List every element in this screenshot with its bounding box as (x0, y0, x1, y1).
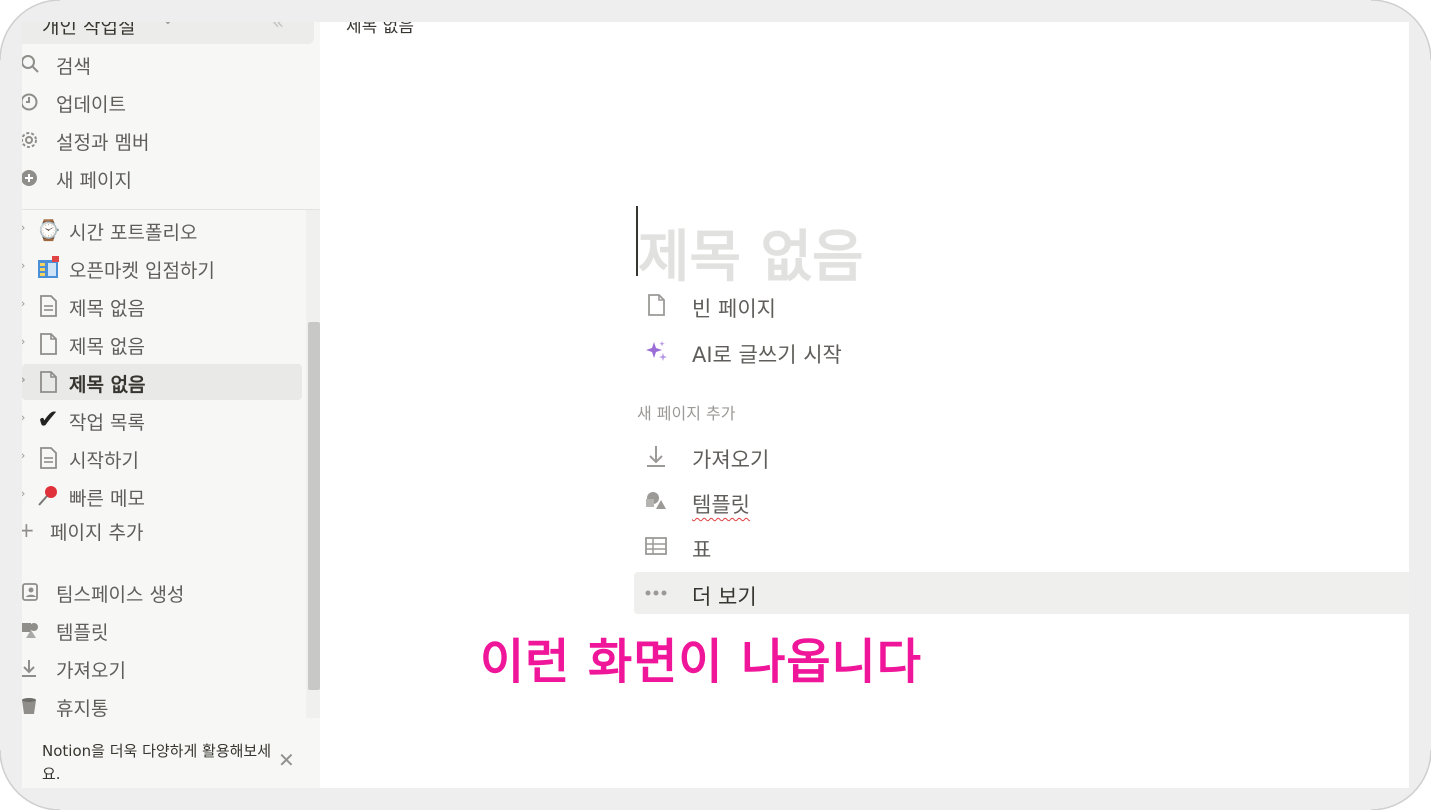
sparkle-icon (646, 341, 667, 361)
sidebar-item-trash[interactable]: 휴지통 (22, 688, 302, 724)
import-icon (647, 446, 665, 467)
option-label: 빈 페이지 (692, 297, 776, 321)
sidebar-item-label: 템플릿 (56, 622, 109, 644)
page-curl-corner (1371, 750, 1431, 810)
option-more[interactable]: 더 보기 (634, 572, 1409, 614)
page-item-label: 제목 없음 (69, 336, 145, 358)
plus-circle-icon (22, 170, 37, 186)
chevron-right-icon[interactable]: › (22, 296, 26, 312)
option-label: 템플릿 (692, 493, 750, 517)
sidebar-item-import[interactable]: 가져오기 (22, 650, 302, 686)
page-item[interactable]: › 시작하기 (22, 440, 302, 476)
chevron-right-icon[interactable]: › (22, 372, 26, 388)
page-item-label: 시간 포트폴리오 (69, 222, 198, 244)
checkmark-icon: ✔ (37, 405, 59, 435)
sidebar-item-search[interactable]: 검색 (22, 46, 302, 82)
option-label: AI로 글쓰기 시작 (692, 343, 842, 367)
chevron-right-icon[interactable]: › (22, 486, 26, 502)
template-icon (646, 492, 666, 509)
main-editor: 제목 없음 제목 없음 빈 페이지 AI로 글쓰기 시작 새 페이지 추가 가져… (320, 22, 1409, 788)
page-item[interactable]: › ✔ 작업 목록 (22, 402, 302, 438)
teamspace-icon (22, 583, 38, 601)
option-import[interactable]: 가져오기 (634, 435, 1409, 477)
chevron-right-icon[interactable]: › (22, 448, 26, 464)
promo-banner: Notion을 더욱 다양하게 활용해보세요. ✕ (22, 734, 312, 788)
page-item[interactable]: › 빠른 메모 (22, 478, 302, 514)
page-item[interactable]: › ⌚ 시간 포트폴리오 (22, 212, 302, 248)
add-page-label: 페이지 추가 (50, 522, 144, 544)
option-label: 더 보기 (692, 585, 757, 609)
clock-icon (22, 93, 38, 111)
page-title-placeholder[interactable]: 제목 없음 (638, 212, 864, 293)
table-icon (645, 537, 667, 555)
trash-icon (22, 698, 36, 714)
option-templates[interactable]: 템플릿 (634, 480, 1409, 522)
page-icon (40, 333, 57, 355)
chevron-right-icon[interactable]: › (22, 258, 26, 274)
chevron-down-icon: ⌄ (162, 22, 174, 28)
option-label: 표 (692, 538, 712, 562)
page-curl-corner (0, 750, 60, 810)
watch-icon: ⌚ (36, 218, 61, 242)
template-icon (22, 623, 38, 638)
page-lines-icon (40, 295, 57, 317)
page-lines-icon (40, 447, 57, 469)
page-item-label: 오픈마켓 입점하기 (69, 260, 215, 282)
gear-icon (22, 132, 37, 148)
more-icon (645, 590, 667, 596)
sidebar-scrollbar-thumb[interactable] (308, 322, 320, 690)
page-item[interactable]: › 제목 없음 (22, 288, 302, 324)
add-page-section-label: 새 페이지 추가 (637, 404, 736, 423)
page-icon (40, 371, 57, 393)
sidebar-item-settings[interactable]: 설정과 멤버 (22, 122, 302, 158)
promo-text: Notion을 더욱 다양하게 활용해보세요. (42, 742, 272, 783)
option-label: 가져오기 (692, 448, 770, 472)
sidebar-item-create-teamspace[interactable]: 팀스페이스 생성 (22, 574, 302, 610)
page-item-label: 시작하기 (69, 450, 139, 472)
page-item[interactable]: › 제목 없음 (22, 326, 302, 362)
sidebar-item-new-page[interactable]: 새 페이지 (22, 160, 302, 196)
close-icon[interactable]: ✕ (278, 748, 295, 772)
building-icon (38, 256, 59, 278)
breadcrumb[interactable]: 제목 없음 (346, 22, 414, 37)
pushpin-icon (38, 486, 57, 506)
sidebar: 개인 작업실 ⌄ « 검색 업데이트 설정과 멤버 새 페이지 › ⌚ 시간 포… (22, 22, 321, 788)
page-icon (648, 294, 665, 316)
option-table[interactable]: 표 (634, 525, 1409, 567)
sidebar-item-label: 검색 (56, 56, 91, 78)
sidebar-item-label: 휴지통 (56, 698, 109, 720)
plus-icon: + (22, 518, 35, 542)
annotation-caption: 이런 화면이 나옵니다 (480, 634, 922, 690)
sidebar-item-label: 설정과 멤버 (56, 132, 150, 154)
page-item[interactable]: › 오픈마켓 입점하기 (22, 250, 302, 286)
chevron-right-icon[interactable]: › (22, 334, 26, 350)
collapse-sidebar-icon[interactable]: « (272, 22, 284, 34)
sidebar-item-updates[interactable]: 업데이트 (22, 84, 302, 120)
import-icon (22, 660, 36, 677)
chevron-right-icon[interactable]: › (22, 410, 26, 426)
page-curl-corner (0, 0, 60, 60)
sidebar-item-label: 팀스페이스 생성 (56, 584, 185, 606)
chevron-right-icon[interactable]: › (22, 220, 26, 236)
page-curl-corner (1371, 0, 1431, 60)
page-item-label: 제목 없음 (69, 298, 145, 320)
option-blank-page[interactable]: 빈 페이지 (634, 284, 1409, 326)
screenshot-frame: 개인 작업실 ⌄ « 검색 업데이트 설정과 멤버 새 페이지 › ⌚ 시간 포… (22, 22, 1409, 788)
sidebar-item-label: 새 페이지 (56, 170, 132, 192)
option-ai-write[interactable]: AI로 글쓰기 시작 (634, 330, 1409, 372)
sidebar-divider (22, 209, 320, 210)
page-item-label: 빠른 메모 (69, 488, 145, 510)
sidebar-item-label: 업데이트 (56, 94, 126, 116)
sidebar-item-templates[interactable]: 템플릿 (22, 612, 302, 648)
page-item-label: 작업 목록 (69, 412, 145, 434)
sidebar-item-label: 가져오기 (56, 660, 126, 682)
page-item-active[interactable]: › 제목 없음 (22, 364, 302, 400)
workspace-switcher[interactable]: 개인 작업실 ⌄ « (22, 22, 314, 44)
page-item-label: 제목 없음 (69, 374, 146, 396)
